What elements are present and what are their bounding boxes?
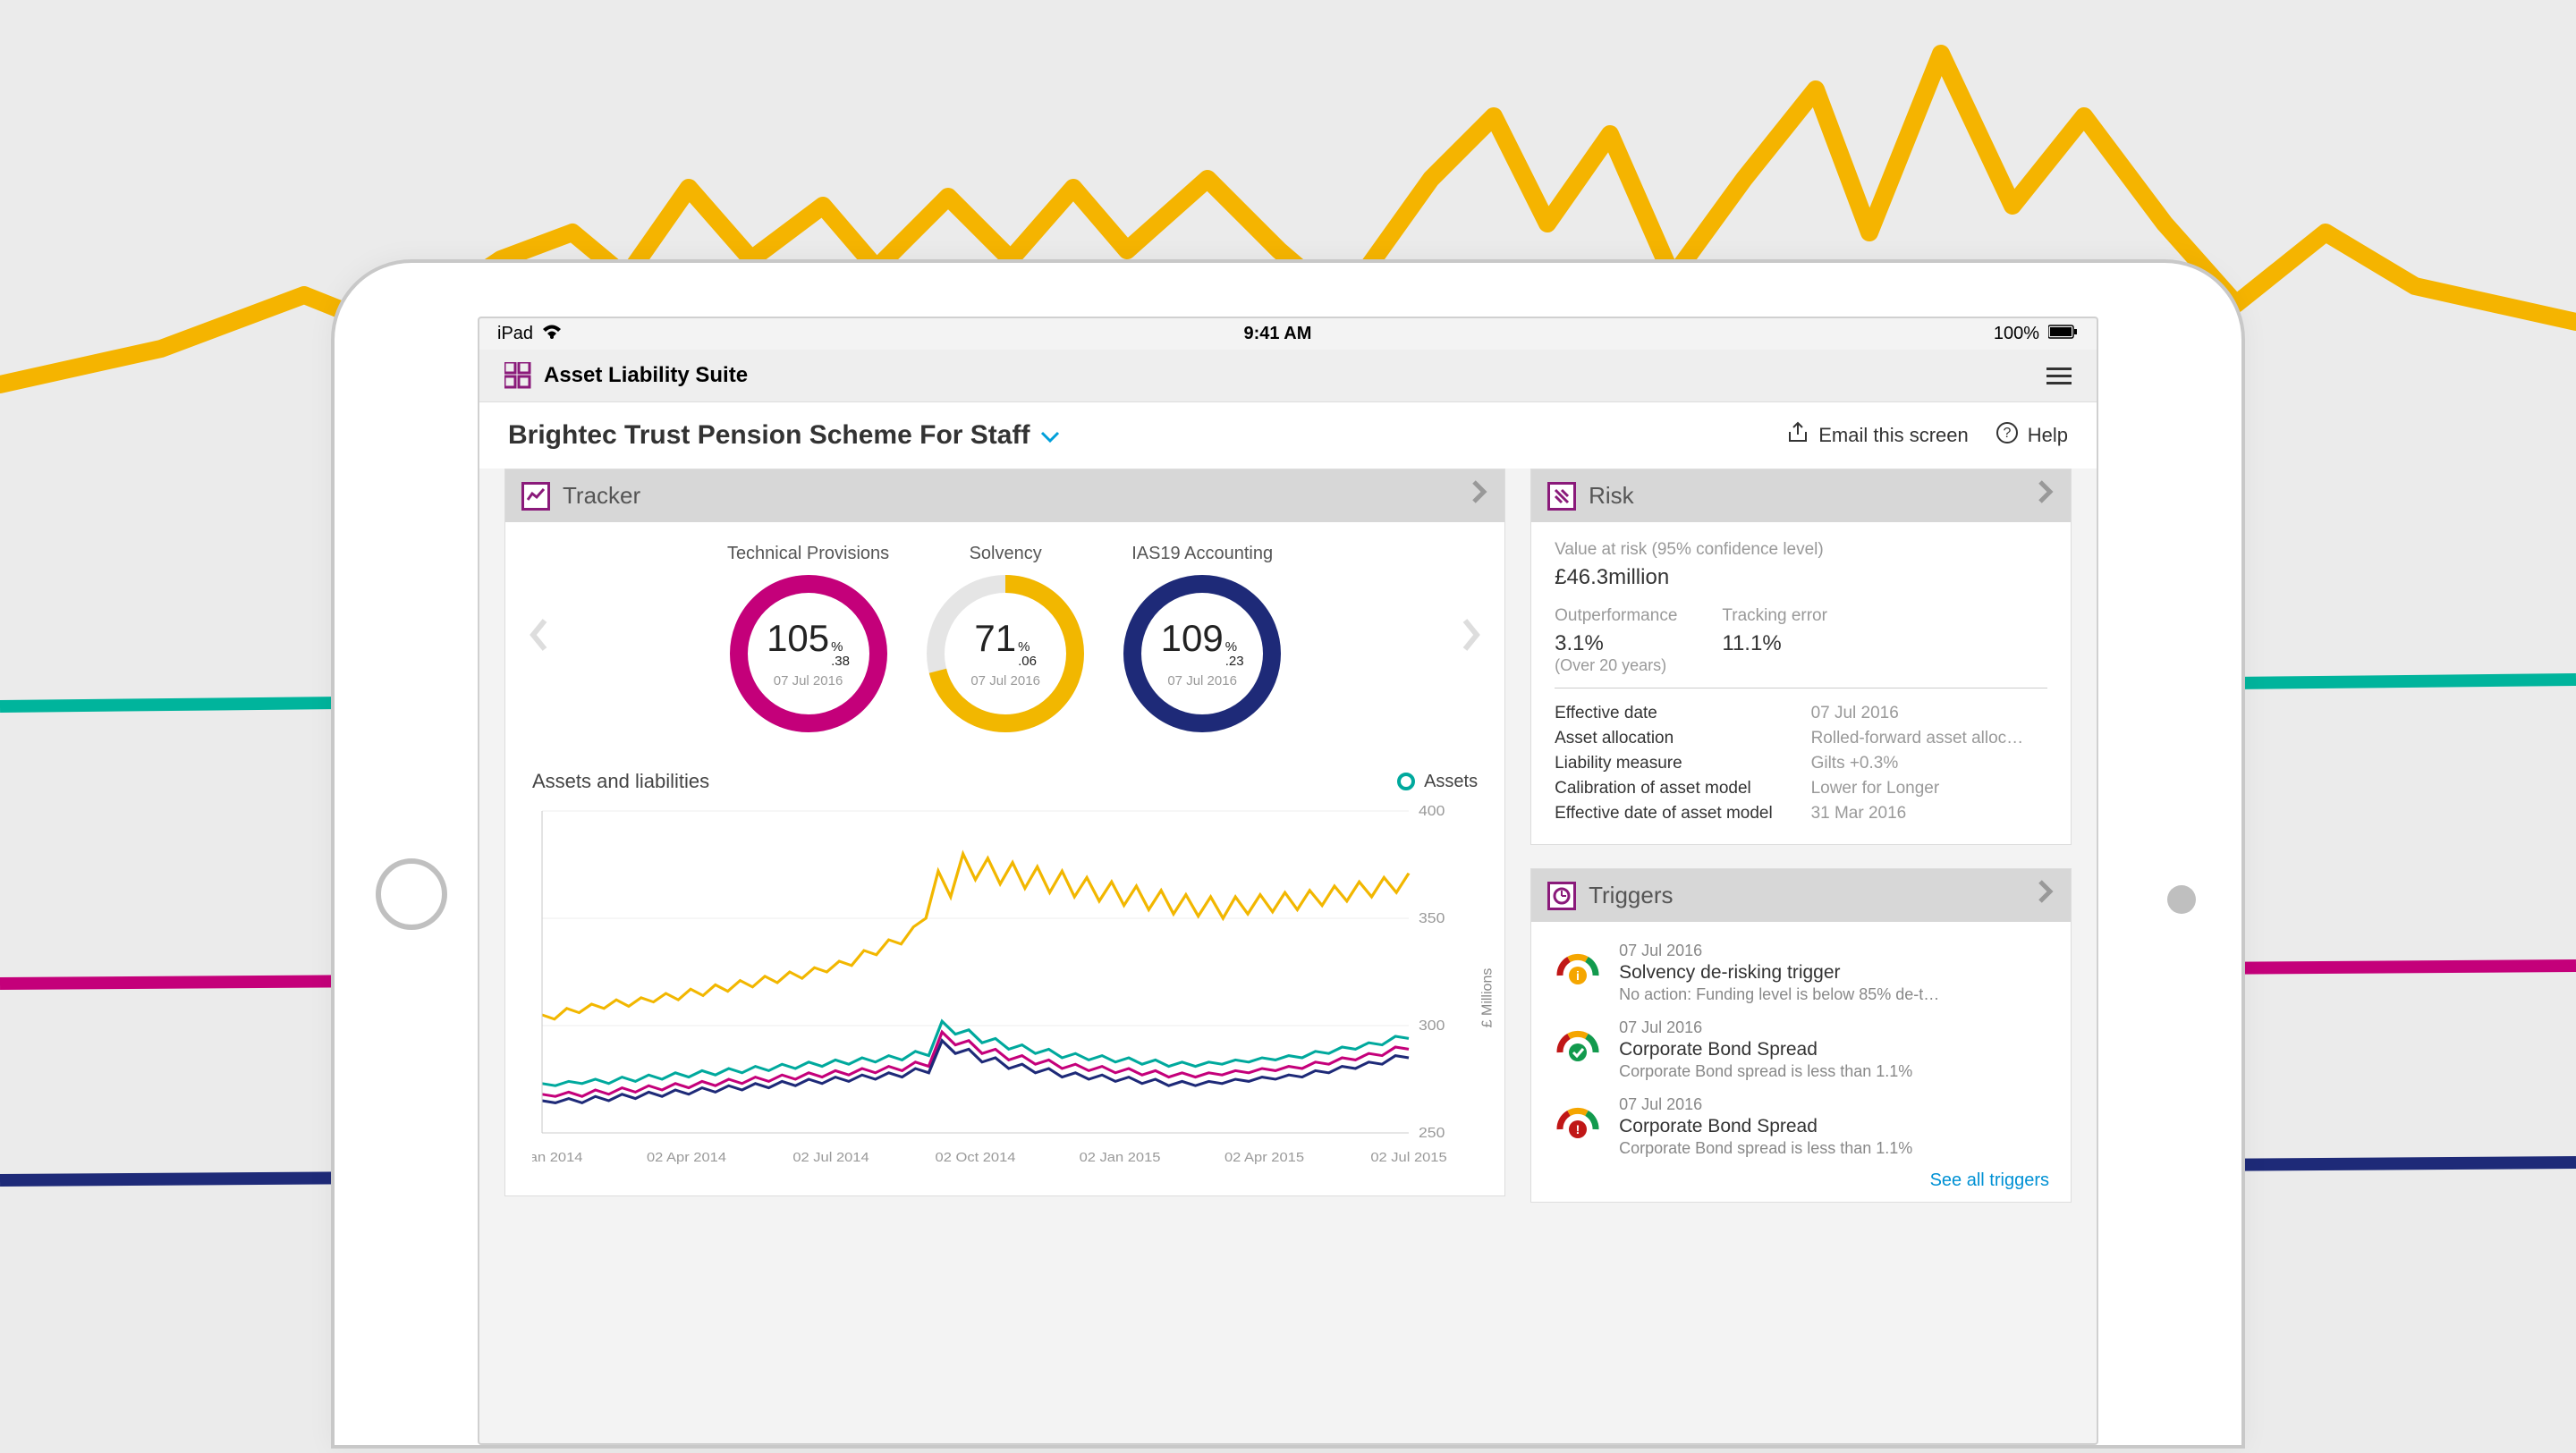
gauge-label: Solvency xyxy=(970,544,1042,564)
tablet-camera xyxy=(2167,885,2196,914)
svg-text:02 Apr 2014: 02 Apr 2014 xyxy=(647,1151,726,1165)
svg-text:300: 300 xyxy=(1419,1018,1445,1034)
chart-title: Assets and liabilities xyxy=(532,770,709,793)
triggers-icon xyxy=(1547,882,1576,910)
svg-text:!: ! xyxy=(1576,1122,1580,1136)
wifi-icon xyxy=(542,324,562,344)
table-row: Calibration of asset modelLower for Long… xyxy=(1555,776,2047,801)
device-label: iPad xyxy=(497,324,533,344)
see-all-triggers-link[interactable]: See all triggers xyxy=(1930,1170,2049,1190)
battery-pct: 100% xyxy=(1994,324,2039,344)
chevron-right-icon xyxy=(2037,478,2055,513)
svg-text:400: 400 xyxy=(1419,803,1445,819)
triggers-header[interactable]: Triggers xyxy=(1531,869,2071,922)
trigger-item[interactable]: i 07 Jul 2016 Solvency de-risking trigge… xyxy=(1553,934,2049,1011)
app-title: Asset Liability Suite xyxy=(544,363,748,388)
assets-liabilities-chart[interactable]: 250 300 350 400 02 Jan 2014 02 Apr 2014 02 Jul… xyxy=(532,802,1478,1178)
y-axis-label: £ Millions xyxy=(1480,968,1496,1028)
gauge-label: IAS19 Accounting xyxy=(1131,544,1273,564)
app-screen: iPad 9:41 AM 100% xyxy=(478,317,2098,1445)
gauge-prev-button[interactable] xyxy=(523,614,555,663)
trigger-item[interactable]: 07 Jul 2016 Corporate Bond Spread Corpor… xyxy=(1553,1011,2049,1088)
battery-icon xyxy=(2048,324,2079,344)
var-label: Value at risk (95% confidence level) xyxy=(1555,540,2047,560)
share-icon xyxy=(1786,421,1809,450)
app-header: Asset Liability Suite xyxy=(479,350,2097,402)
gauge-meter-icon: ! xyxy=(1553,1095,1603,1158)
tracking-value: 11.1% xyxy=(1722,631,1827,656)
svg-text:02 Jul 2015: 02 Jul 2015 xyxy=(1370,1151,1447,1165)
clock: 9:41 AM xyxy=(1243,324,1311,344)
risk-title: Risk xyxy=(1589,482,1634,510)
tracking-label: Tracking error xyxy=(1722,606,1827,626)
trigger-date: 07 Jul 2016 xyxy=(1619,1095,1912,1114)
outperf-note: (Over 20 years) xyxy=(1555,656,1677,675)
scheme-title-text: Brightec Trust Pension Scheme For Staff xyxy=(508,420,1030,451)
svg-text:?: ? xyxy=(2003,426,2011,441)
table-row: Effective date of asset model31 Mar 2016 xyxy=(1555,801,2047,826)
trigger-date: 07 Jul 2016 xyxy=(1619,942,1939,960)
table-row: Asset allocationRolled-forward asset all… xyxy=(1555,726,2047,751)
tracker-header[interactable]: Tracker xyxy=(505,469,1504,522)
tracker-icon xyxy=(521,482,550,511)
svg-text:02 Jan 2015: 02 Jan 2015 xyxy=(1080,1151,1161,1165)
risk-header[interactable]: Risk xyxy=(1531,469,2071,522)
svg-text:250: 250 xyxy=(1419,1125,1445,1141)
trigger-title: Solvency de-risking trigger xyxy=(1619,962,1939,984)
risk-panel: Risk Value at risk (95% confidence level… xyxy=(1530,469,2072,845)
tablet-home-button xyxy=(376,858,447,930)
trigger-date: 07 Jul 2016 xyxy=(1619,1018,1912,1037)
chevron-down-icon xyxy=(1040,420,1060,451)
scheme-selector[interactable]: Brightec Trust Pension Scheme For Staff xyxy=(508,420,1060,451)
help-label: Help xyxy=(2028,424,2068,447)
email-label: Email this screen xyxy=(1818,424,1969,447)
gauge-0[interactable]: Technical Provisions 105%.38 07 Jul 2016 xyxy=(727,544,889,734)
triggers-panel: Triggers i 07 Ju xyxy=(1530,868,2072,1203)
chevron-right-icon xyxy=(2037,878,2055,913)
trigger-desc: Corporate Bond spread is less than 1.1% xyxy=(1619,1062,1912,1081)
gauge-2[interactable]: IAS19 Accounting 109%.23 07 Jul 2016 xyxy=(1122,544,1283,734)
chevron-right-icon xyxy=(1470,478,1488,513)
trigger-title: Corporate Bond Spread xyxy=(1619,1039,1912,1060)
trigger-desc: Corporate Bond spread is less than 1.1% xyxy=(1619,1139,1912,1158)
trigger-desc: No action: Funding level is below 85% de… xyxy=(1619,985,1939,1004)
legend-swatch-icon xyxy=(1397,773,1415,790)
table-row: Liability measureGilts +0.3% xyxy=(1555,751,2047,776)
status-bar: iPad 9:41 AM 100% xyxy=(479,318,2097,350)
svg-text:02 Oct 2014: 02 Oct 2014 xyxy=(936,1151,1016,1165)
risk-details-table: Effective date07 Jul 2016Asset allocatio… xyxy=(1555,701,2047,826)
outperf-value: 3.1% xyxy=(1555,631,1677,656)
gauge-1[interactable]: Solvency 71%.06 07 Jul 2016 xyxy=(925,544,1086,734)
gauge-meter-icon xyxy=(1553,1018,1603,1081)
tablet-frame: iPad 9:41 AM 100% xyxy=(331,259,2245,1449)
svg-text:350: 350 xyxy=(1419,910,1445,926)
legend-label: Assets xyxy=(1424,772,1478,792)
chart-legend[interactable]: Assets xyxy=(1397,772,1478,792)
triggers-title: Triggers xyxy=(1589,882,1673,909)
gauge-next-button[interactable] xyxy=(1454,614,1487,663)
risk-icon xyxy=(1547,482,1576,511)
trigger-item[interactable]: ! 07 Jul 2016 Corporate Bond Spread Corp… xyxy=(1553,1088,2049,1165)
email-screen-button[interactable]: Email this screen xyxy=(1786,421,1969,450)
help-icon: ? xyxy=(1996,421,2019,450)
svg-text:02 Jul 2014: 02 Jul 2014 xyxy=(792,1151,869,1165)
var-value: £46.3million xyxy=(1555,565,2047,590)
svg-text:i: i xyxy=(1576,968,1580,983)
svg-text:02 Apr 2015: 02 Apr 2015 xyxy=(1224,1151,1304,1165)
scheme-bar: Brightec Trust Pension Scheme For Staff … xyxy=(479,402,2097,469)
outperf-label: Outperformance xyxy=(1555,606,1677,626)
table-row: Effective date07 Jul 2016 xyxy=(1555,701,2047,726)
help-button[interactable]: ? Help xyxy=(1996,421,2068,450)
tracker-title: Tracker xyxy=(563,482,640,510)
menu-button[interactable] xyxy=(2046,367,2072,384)
trigger-title: Corporate Bond Spread xyxy=(1619,1116,1912,1137)
gauge-meter-icon: i xyxy=(1553,942,1603,1004)
svg-text:02 Jan 2014: 02 Jan 2014 xyxy=(532,1151,583,1165)
tracker-panel: Tracker Technical Provisions xyxy=(504,469,1505,1196)
gauge-label: Technical Provisions xyxy=(727,544,889,564)
app-logo-icon xyxy=(504,362,531,389)
